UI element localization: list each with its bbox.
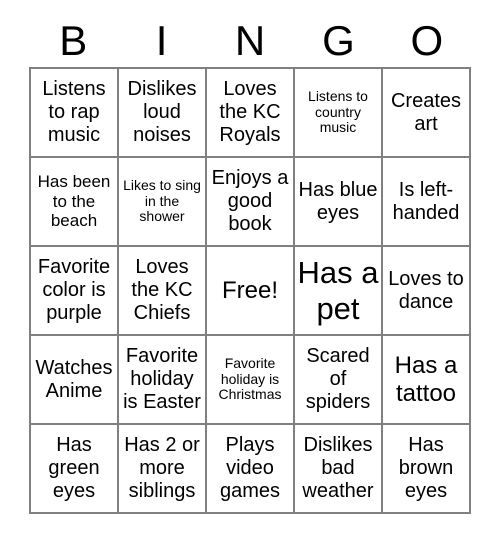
bingo-header-letter-g: G [322, 17, 355, 64]
bingo-cell[interactable]: Has brown eyes [383, 425, 471, 514]
bingo-header-letter-o: O [410, 17, 444, 64]
bingo-cell-label: Has a pet [297, 255, 379, 326]
bingo-cell[interactable]: Likes to sing in the shower [119, 158, 207, 247]
bingo-header: BINGO [29, 16, 471, 66]
bingo-cell-label: Free! [221, 276, 278, 304]
bingo-cell-label: Creates art [390, 89, 462, 135]
bingo-cell[interactable]: Has a tattoo [383, 336, 471, 425]
bingo-cell-label: Listens to rap music [42, 78, 106, 146]
bingo-cell-label: Is left-handed [392, 178, 460, 224]
bingo-cell[interactable]: Dislikes bad weather [295, 425, 383, 514]
bingo-cell-label: Has 2 or more siblings [124, 434, 200, 502]
bingo-row: Watches Anime Favorite holiday is Easter F… [31, 336, 471, 425]
bingo-cell-label: Enjoys a good book [211, 167, 289, 235]
bingo-cell-label: Has green eyes [48, 434, 100, 502]
bingo-header-letter-i: I [155, 17, 168, 64]
bingo-card: B I N G O Listens to rap music Dislikes loud … [0, 0, 500, 544]
bingo-cell[interactable]: Dislikes loud noises [119, 69, 207, 158]
bingo-cell-label: Favorite color is purple [37, 256, 111, 324]
bingo-row: Has green eyes Has 2 or more siblings Play… [31, 425, 471, 514]
bingo-cell[interactable]: Has 2 or more siblings [119, 425, 207, 514]
bingo-cell-label: Plays video games [219, 434, 281, 502]
bingo-cell[interactable]: Scared of spiders [295, 336, 383, 425]
bingo-cell[interactable]: Favorite holiday is Easter [119, 336, 207, 425]
bingo-cell[interactable]: Favorite holiday is Christmas [207, 336, 295, 425]
bingo-cell-label: Scared of spiders [305, 345, 371, 413]
bingo-cell[interactable]: Is left-handed [383, 158, 471, 247]
bingo-header-letter-n: N [234, 17, 266, 64]
bingo-cell[interactable]: Loves to dance [383, 247, 471, 336]
bingo-cell[interactable]: Creates art [383, 69, 471, 158]
bingo-cell-label: Listens to country music [308, 87, 368, 136]
bingo-cell-label: Dislikes loud noises [127, 78, 197, 146]
bingo-cell-label: Likes to sing in the shower [123, 176, 201, 225]
bingo-cell-label: Has brown eyes [398, 434, 454, 502]
bingo-cell[interactable]: Enjoys a good book [207, 158, 295, 247]
bingo-cell-label: Has blue eyes [298, 178, 378, 224]
bingo-cell[interactable]: Listens to rap music [31, 69, 119, 158]
bingo-header-letter-b: B [59, 17, 88, 64]
bingo-cell[interactable]: Has been to the beach [31, 158, 119, 247]
bingo-row: Has been to the beach Likes to sing in th… [31, 158, 471, 247]
bingo-cell[interactable]: Listens to country music [295, 69, 383, 158]
bingo-cell[interactable]: Loves the KC Royals [207, 69, 295, 158]
bingo-cell-label: Loves to dance [388, 267, 464, 313]
bingo-cell[interactable]: Plays video games [207, 425, 295, 514]
bingo-cell[interactable]: Has a pet [295, 247, 383, 336]
bingo-cell-label: Loves the KC Royals [219, 78, 281, 146]
bingo-cell-label: Favorite holiday is Easter [123, 345, 201, 413]
bingo-cell[interactable]: Watches Anime [31, 336, 119, 425]
bingo-row: Favorite color is purple Loves the KC Chi… [31, 247, 471, 336]
bingo-row: Listens to rap music Dislikes loud noises… [31, 69, 471, 158]
bingo-cell[interactable]: Has blue eyes [295, 158, 383, 247]
bingo-cell-label: Has a tattoo [394, 352, 458, 407]
bingo-cell-label: Favorite holiday is Christmas [218, 354, 282, 403]
bingo-cell[interactable]: Loves the KC Chiefs [119, 247, 207, 336]
bingo-cell-label: Loves the KC Chiefs [131, 256, 193, 324]
bingo-cell-label: Dislikes bad weather [302, 434, 374, 502]
bingo-free-cell[interactable]: Free! [207, 247, 295, 336]
bingo-cell[interactable]: Favorite color is purple [31, 247, 119, 336]
bingo-grid: Listens to rap music Dislikes loud noises… [29, 67, 471, 514]
bingo-cell-label: Watches Anime [35, 356, 113, 402]
bingo-cell-label: Has been to the beach [37, 172, 111, 231]
bingo-cell[interactable]: Has green eyes [31, 425, 119, 514]
